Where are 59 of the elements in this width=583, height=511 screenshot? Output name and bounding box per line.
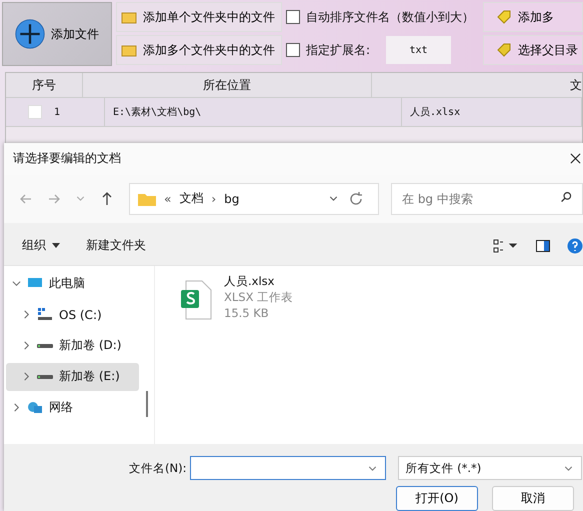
organize-menu[interactable]: 组织 — [22, 237, 46, 254]
breadcrumb: bg — [224, 192, 240, 206]
option-label: 指定扩展名: — [306, 42, 370, 58]
chevron-icon[interactable] — [12, 403, 21, 412]
checkbox[interactable] — [286, 10, 300, 24]
row-number: 1 — [54, 106, 60, 118]
column-header: 序号 — [6, 73, 83, 97]
filename-field[interactable] — [190, 456, 386, 480]
refresh-icon[interactable] — [348, 190, 364, 207]
new-folder-button[interactable]: 新建文件夹 — [86, 237, 146, 254]
breadcrumb: « — [164, 192, 172, 206]
row-checkbox[interactable] — [28, 105, 42, 119]
filename-label: 文件名(N): — [129, 460, 186, 476]
scrollbar[interactable] — [146, 390, 148, 417]
file-item[interactable]: 人员.xlsx XLSX 工作表 15.5 KB — [180, 274, 558, 322]
close-icon[interactable] — [570, 153, 581, 164]
chevron-icon[interactable] — [22, 341, 31, 350]
chevron-icon[interactable] — [12, 279, 21, 288]
tree-item[interactable]: 新加卷 (E:) — [6, 362, 139, 391]
dialog-title: 请选择要编辑的文档 — [13, 150, 121, 168]
help-icon[interactable] — [567, 238, 583, 254]
checkbox[interactable] — [286, 43, 300, 57]
toolbar-button[interactable]: 添加多 — [483, 2, 583, 32]
dialog-button[interactable]: 打开(O) — [396, 486, 478, 511]
view-options-icon[interactable] — [493, 238, 519, 254]
tree-item[interactable]: 网络 — [6, 394, 139, 422]
search-icon — [560, 190, 573, 204]
drive-icon — [37, 344, 53, 348]
file-type-dropdown[interactable]: 所有文件 (*.*) — [398, 456, 582, 480]
address-bar[interactable]: « 文档 › bg — [129, 182, 379, 215]
add-multi-folder-button[interactable]: 添加多个文件夹中的文件 — [116, 35, 282, 65]
tree-item[interactable]: 新加卷 (D:) — [6, 332, 139, 360]
table-cell-text: 人员.xlsx — [410, 106, 460, 119]
column-header: 文 — [569, 76, 582, 94]
extension-field[interactable]: txt — [386, 36, 452, 64]
breadcrumb: › — [211, 192, 216, 206]
preview-pane-icon[interactable] — [535, 238, 551, 254]
tree-item[interactable]: OS (C:) — [6, 300, 139, 329]
dialog-button[interactable]: 取消 — [492, 486, 574, 511]
tree-item[interactable]: 此电脑 — [6, 270, 139, 298]
network-icon — [27, 400, 43, 416]
drive-icon — [37, 306, 53, 323]
chevron-icon[interactable] — [22, 372, 31, 382]
add-file-button[interactable]: 添加文件 — [2, 2, 112, 66]
folder-icon — [138, 192, 156, 206]
table-cell-text: E:\素材\文档\bg\ — [113, 106, 202, 119]
drive-icon — [37, 374, 53, 379]
spreadsheet-icon — [180, 278, 212, 322]
add-single-folder-button[interactable]: 添加单个文件夹中的文件 — [116, 2, 282, 32]
breadcrumb: 文档 — [179, 190, 204, 208]
tag-icon — [496, 42, 512, 58]
caret-icon[interactable] — [52, 243, 60, 248]
chevron-icon[interactable] — [22, 310, 31, 320]
toolbar-button[interactable]: 选择父目录 — [483, 35, 583, 65]
option-label: 自动排序文件名（数值小到大） — [306, 8, 474, 26]
column-header: 所在位置 — [83, 73, 372, 97]
search-field[interactable]: 在 bg 中搜索 — [391, 182, 583, 215]
tag-icon — [496, 9, 512, 25]
plus-icon — [15, 19, 45, 49]
